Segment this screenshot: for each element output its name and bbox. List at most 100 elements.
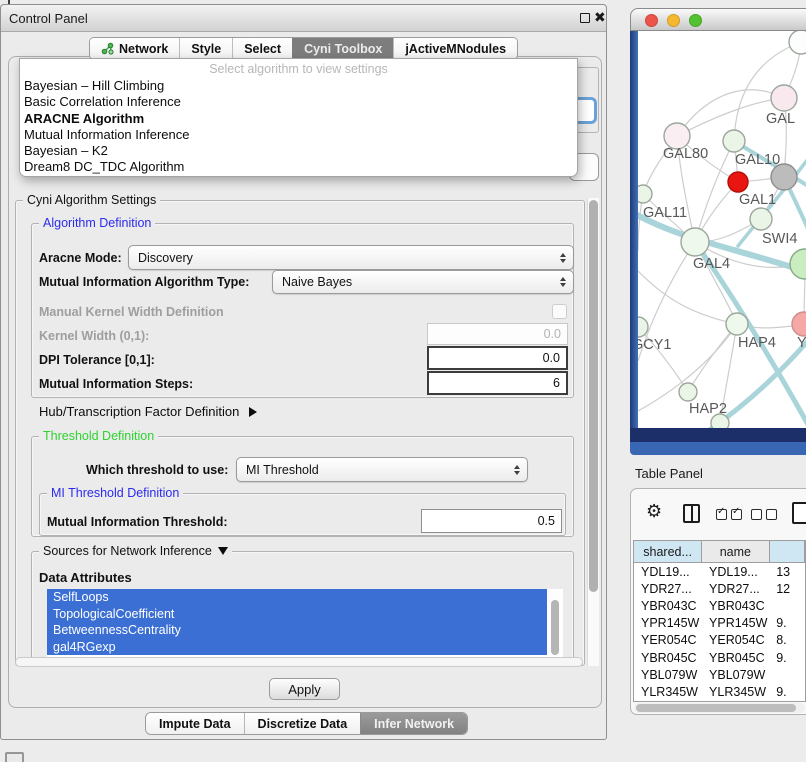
- deselect-all-checkbox-icon[interactable]: [766, 509, 777, 520]
- network-node[interactable]: [750, 208, 772, 230]
- data-attribute-option[interactable]: gal4RGexp: [47, 639, 547, 656]
- network-node[interactable]: [790, 249, 806, 279]
- gear-icon[interactable]: ⚙: [646, 501, 662, 522]
- close-traffic-light[interactable]: [645, 14, 658, 27]
- algorithm-option[interactable]: ARACNE Algorithm: [20, 111, 577, 127]
- tab-label: Select: [244, 42, 281, 56]
- network-node[interactable]: [726, 313, 748, 335]
- select-all-checkbox-icon[interactable]: [716, 509, 727, 520]
- tab-jactivemnodules[interactable]: jActiveMNodules: [393, 38, 517, 59]
- list-scrollbar-thumb[interactable]: [551, 600, 559, 655]
- table-cell: YLR345W: [634, 683, 702, 700]
- deselect-all-checkbox-icon[interactable]: [751, 509, 762, 520]
- table-row[interactable]: YBR045CYBR045C9.: [634, 649, 805, 666]
- table-row[interactable]: YLR345WYLR345W9.: [634, 683, 805, 700]
- table-row[interactable]: YIL052CYIL052C9.: [634, 701, 805, 703]
- table-cell: YIL052C: [634, 701, 702, 703]
- float-window-icon[interactable]: [580, 13, 590, 23]
- tab-discretize-data[interactable]: Discretize Data: [244, 713, 361, 734]
- table-row[interactable]: YPR145WYPR145W9.: [634, 615, 805, 632]
- horizontal-scrollbar[interactable]: [15, 657, 583, 667]
- mi-type-label: Mutual Information Algorithm Type:: [39, 275, 249, 289]
- column-header[interactable]: shared...: [634, 541, 702, 563]
- algorithm-option[interactable]: Mutual Information Inference: [20, 127, 577, 143]
- table-cell: 13: [769, 563, 805, 580]
- data-attribute-option[interactable]: SelfLoops: [47, 589, 547, 606]
- algorithm-dropdown-list: Bayesian – Hill ClimbingBasic Correlatio…: [20, 78, 577, 176]
- node-label: GAL4: [693, 256, 730, 272]
- group-title: Sources for Network Inference: [43, 544, 212, 558]
- tab-select[interactable]: Select: [232, 38, 292, 59]
- dpi-tolerance-input[interactable]: 0.0: [427, 346, 568, 370]
- network-node[interactable]: [789, 31, 806, 54]
- network-node[interactable]: [638, 317, 648, 337]
- minimize-traffic-light[interactable]: [667, 14, 680, 27]
- hub-definition-expander[interactable]: Hub/Transcription Factor Definition: [39, 404, 257, 419]
- network-canvas[interactable]: GALGAL80GAL10GAL1GAL11SWI4GAL4GCY1HAP4YH…: [638, 31, 806, 428]
- table-scrollbar-thumb[interactable]: [636, 704, 796, 712]
- which-threshold-select[interactable]: MI Threshold: [236, 457, 528, 482]
- columns-icon[interactable]: [683, 504, 700, 523]
- data-attributes-list[interactable]: SelfLoopsTopologicalCoefficientBetweenne…: [47, 589, 563, 657]
- kernel-width-label: Kernel Width (0,1):: [39, 329, 149, 343]
- table-cell: YER054C: [634, 632, 702, 649]
- network-node[interactable]: [792, 312, 806, 336]
- sources-expander[interactable]: Sources for Network Inference: [39, 544, 232, 558]
- tab-infer-network[interactable]: Infer Network: [360, 713, 467, 734]
- expander-label: Hub/Transcription Factor Definition: [39, 404, 239, 419]
- table-cell: [769, 597, 805, 614]
- tab-label: jActiveMNodules: [405, 42, 506, 56]
- algorithm-option[interactable]: Basic Correlation Inference: [20, 94, 577, 110]
- table-cell: YBR045C: [634, 649, 702, 666]
- network-node[interactable]: [771, 85, 797, 111]
- data-attribute-option[interactable]: TopologicalCoefficient: [47, 606, 547, 623]
- network-node[interactable]: [681, 228, 709, 256]
- mi-steps-input[interactable]: 6: [427, 371, 568, 395]
- network-node[interactable]: [679, 383, 697, 401]
- network-node[interactable]: [728, 172, 748, 192]
- algorithm-option[interactable]: Bayesian – Hill Climbing: [20, 78, 577, 94]
- aracne-mode-select[interactable]: Discovery: [128, 245, 574, 270]
- group-title: Threshold Definition: [39, 429, 158, 443]
- kernel-width-input[interactable]: 0.0: [427, 323, 568, 345]
- table-cell: 9.: [769, 701, 805, 703]
- node-label: GAL: [766, 111, 795, 127]
- table-row[interactable]: YBR043CYBR043C: [634, 597, 805, 614]
- floating-panel-icon[interactable]: [5, 752, 24, 762]
- chevron-updown-icon: [560, 253, 566, 263]
- manual-kernel-checkbox[interactable]: [552, 304, 567, 319]
- group-title: Cyni Algorithm Settings: [23, 193, 160, 207]
- network-window-frame: [630, 31, 638, 428]
- algorithm-option[interactable]: Dream8 DC_TDC Algorithm: [20, 159, 577, 175]
- table-row[interactable]: YDR27...YDR27...12: [634, 580, 805, 597]
- table-row[interactable]: YDL19...YDL19...13: [634, 563, 805, 580]
- network-node[interactable]: [638, 185, 652, 203]
- node-label: HAP2: [689, 401, 727, 417]
- table-row[interactable]: YBL079WYBL079W: [634, 666, 805, 683]
- network-window-titlebar[interactable]: [630, 8, 806, 31]
- table-row[interactable]: YER054CYER054C8.: [634, 632, 805, 649]
- algorithm-option[interactable]: Bayesian – K2: [20, 143, 577, 159]
- select-all-checkbox-icon[interactable]: [731, 509, 742, 520]
- chevron-updown-icon: [514, 465, 520, 475]
- column-header[interactable]: [770, 541, 805, 563]
- tab-style[interactable]: Style: [179, 38, 232, 59]
- apply-button[interactable]: Apply: [269, 678, 340, 700]
- export-table-icon[interactable]: [792, 502, 806, 524]
- tab-cyni-toolbox[interactable]: Cyni Toolbox: [292, 38, 393, 59]
- vertical-scrollbar-thumb[interactable]: [589, 200, 598, 592]
- mi-type-select[interactable]: Naive Bayes: [272, 270, 574, 294]
- tab-label: Network: [119, 42, 168, 56]
- control-panel-titlebar[interactable]: Control Panel ✖: [1, 5, 606, 32]
- data-attribute-option[interactable]: BetweennessCentrality: [47, 622, 547, 639]
- network-node[interactable]: [723, 130, 745, 152]
- tab-network[interactable]: Network: [90, 38, 179, 59]
- table-cell: 8.: [769, 632, 805, 649]
- column-header[interactable]: name: [702, 541, 769, 563]
- table-cell: 9.: [769, 615, 805, 632]
- which-threshold-label: Which threshold to use:: [86, 463, 228, 477]
- zoom-traffic-light[interactable]: [689, 14, 702, 27]
- mi-threshold-input[interactable]: 0.5: [421, 509, 562, 533]
- tab-impute-data[interactable]: Impute Data: [146, 713, 244, 734]
- close-icon[interactable]: ✖: [594, 9, 606, 26]
